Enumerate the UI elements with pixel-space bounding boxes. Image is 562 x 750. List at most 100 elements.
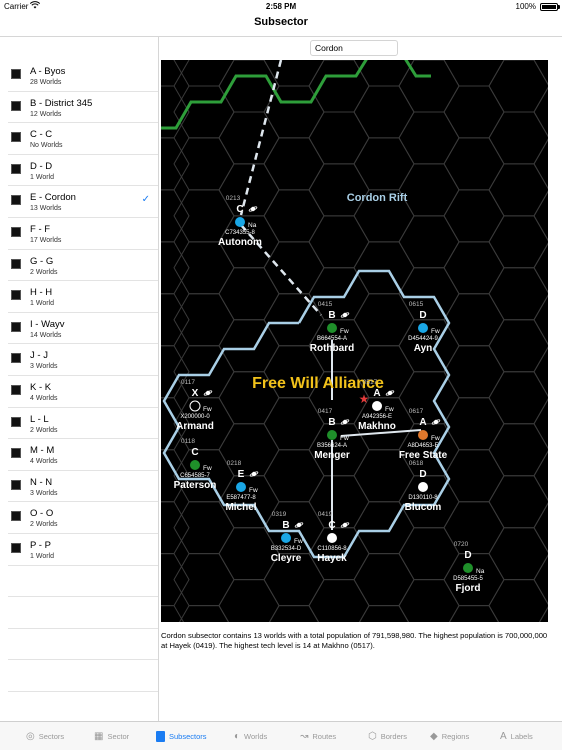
subsector-row[interactable]: E - Cordon 13 Worlds ✓ — [8, 186, 158, 218]
subsector-row[interactable]: N - N3 Worlds — [8, 471, 158, 503]
sector-icon: ▦ — [94, 730, 104, 742]
world-bases: Fw — [249, 487, 258, 494]
world-name: Menger — [314, 450, 350, 461]
tab-label: Sectors — [38, 732, 65, 741]
world-bases: Fw — [340, 435, 349, 442]
hex-cell — [398, 215, 460, 269]
subsector-name: O - O — [30, 508, 54, 520]
subsector-row[interactable]: I - Wayv 14 Worlds — [8, 313, 158, 345]
hex-cell — [173, 553, 235, 607]
world-hex-number: 0213 — [226, 195, 241, 202]
subsector-row[interactable]: D - D1 World — [8, 155, 158, 187]
hex-cell — [268, 605, 320, 622]
world-hex-number: 0720 — [454, 541, 469, 548]
world-hex-number: 0618 — [409, 460, 424, 467]
empty-row — [8, 660, 158, 692]
hex-cell — [398, 267, 460, 321]
subsector-swatch — [11, 258, 21, 269]
worlds-icon: ◐ — [234, 730, 241, 742]
subsector-world-count: 4 Worlds — [30, 458, 58, 466]
subsector-map[interactable]: Cordon Rift Free Will Alliance ★ 0213 C Na C73… — [161, 60, 548, 622]
hex-cell — [443, 85, 505, 139]
world-name: Hayek — [317, 553, 347, 564]
world-uwp: C734355-8 — [225, 230, 255, 236]
tab-label: Sector — [107, 732, 130, 741]
subsector-swatch — [11, 353, 21, 364]
tab-worlds[interactable]: ◐ Worlds — [234, 722, 267, 750]
world-bases: Fw — [294, 538, 303, 545]
map-canvas[interactable]: Cordon RiftFree Will Alliance★0213CNaC73… — [161, 60, 548, 622]
hex-cell — [533, 138, 548, 190]
hex-cell — [398, 60, 460, 113]
hex-cell — [173, 60, 235, 87]
subsector-world-count: 2 Worlds — [30, 268, 58, 276]
subsector-row[interactable]: B - District 345 12 Worlds — [8, 92, 158, 124]
hex-cell — [488, 527, 548, 581]
world-uwp: D130110-8 — [408, 495, 438, 501]
subsector-row[interactable]: M - M4 Worlds — [8, 439, 158, 471]
subsector-world-count: No Worlds — [30, 142, 63, 150]
labels-icon: A — [500, 730, 507, 742]
world-uwp: B356624-A — [317, 443, 347, 449]
world-starport: A — [373, 388, 380, 399]
status-bar: Carrier 2:58 PM 100% — [0, 0, 562, 14]
subsector-row[interactable]: O - O2 Worlds — [8, 502, 158, 534]
hex-cell — [263, 60, 325, 87]
subsector-row[interactable]: G - G2 Worlds — [8, 250, 158, 282]
hex-cell — [448, 605, 500, 622]
subsector-world-count: 1 World — [30, 300, 54, 308]
tab-routes[interactable]: ↝ Routes — [300, 722, 336, 750]
world-disc — [327, 323, 337, 333]
subsector-swatch — [11, 448, 21, 459]
world-hex-number: 0415 — [318, 301, 333, 308]
subsector-world-count: 13 Worlds — [30, 205, 62, 213]
hex-cell — [308, 215, 370, 269]
subsector-row[interactable]: P - P1 World — [8, 534, 158, 566]
hex-cell — [218, 111, 280, 165]
hex-cell — [218, 319, 280, 373]
subsector-name: C - C — [30, 129, 53, 141]
hex-cell — [353, 137, 415, 191]
world-hex-number: 0118 — [181, 438, 195, 445]
hex-cell — [533, 398, 548, 449]
subsector-row[interactable]: L - L2 Worlds — [8, 408, 158, 440]
hex-cell — [353, 553, 415, 607]
world-bases: Fw — [340, 328, 349, 335]
subsector-swatch — [11, 384, 21, 395]
subsector-row[interactable]: K - K4 Worlds — [8, 376, 158, 408]
world-hex-number: 0617 — [409, 408, 424, 415]
subsector-swatch — [11, 511, 21, 522]
subsector-swatch — [11, 163, 21, 174]
routes-icon: ↝ — [300, 730, 309, 742]
subsector-name: M - M — [30, 445, 55, 457]
tab-bar: ◎ Sectors ▦ Sector Subsectors ◐ Worlds ↝ Routes ⬡… — [0, 721, 562, 750]
subsector-swatch — [11, 100, 21, 111]
hex-cell — [353, 241, 415, 295]
tab-labels[interactable]: A Labels — [500, 722, 533, 750]
hex-cell — [488, 371, 548, 425]
hex-cell — [533, 502, 548, 553]
region-label: Cordon Rift — [347, 192, 408, 204]
world-bases: Fw — [431, 328, 440, 335]
tab-sector[interactable]: ▦ Sector — [94, 722, 129, 750]
tab-subsectors[interactable]: Subsectors — [156, 722, 207, 750]
world-starport: B — [282, 520, 289, 531]
subsector-row[interactable]: J - J3 Worlds — [8, 344, 158, 376]
tab-sectors[interactable]: ◎ Sectors — [26, 722, 64, 750]
subsector-row[interactable]: H - H1 World — [8, 281, 158, 313]
subsector-name: F - F — [30, 223, 51, 235]
tab-borders[interactable]: ⬡ Borders — [368, 722, 407, 750]
subsector-name-input[interactable] — [310, 40, 398, 56]
hex-cell — [308, 111, 370, 165]
hex-cell — [488, 423, 548, 477]
hex-cell — [538, 606, 548, 622]
subsector-row[interactable]: F - F 17 Worlds — [8, 218, 158, 250]
hex-cell — [398, 371, 460, 425]
tab-regions[interactable]: ◆ Regions — [430, 722, 469, 750]
world-starport: C — [328, 520, 335, 531]
subsector-row[interactable]: A - Byos 28 Worlds — [8, 60, 158, 92]
capital-star-icon: ★ — [359, 392, 370, 406]
world-disc — [327, 533, 337, 543]
hex-cell — [443, 345, 505, 399]
subsector-row[interactable]: C - C No Worlds — [8, 123, 158, 155]
